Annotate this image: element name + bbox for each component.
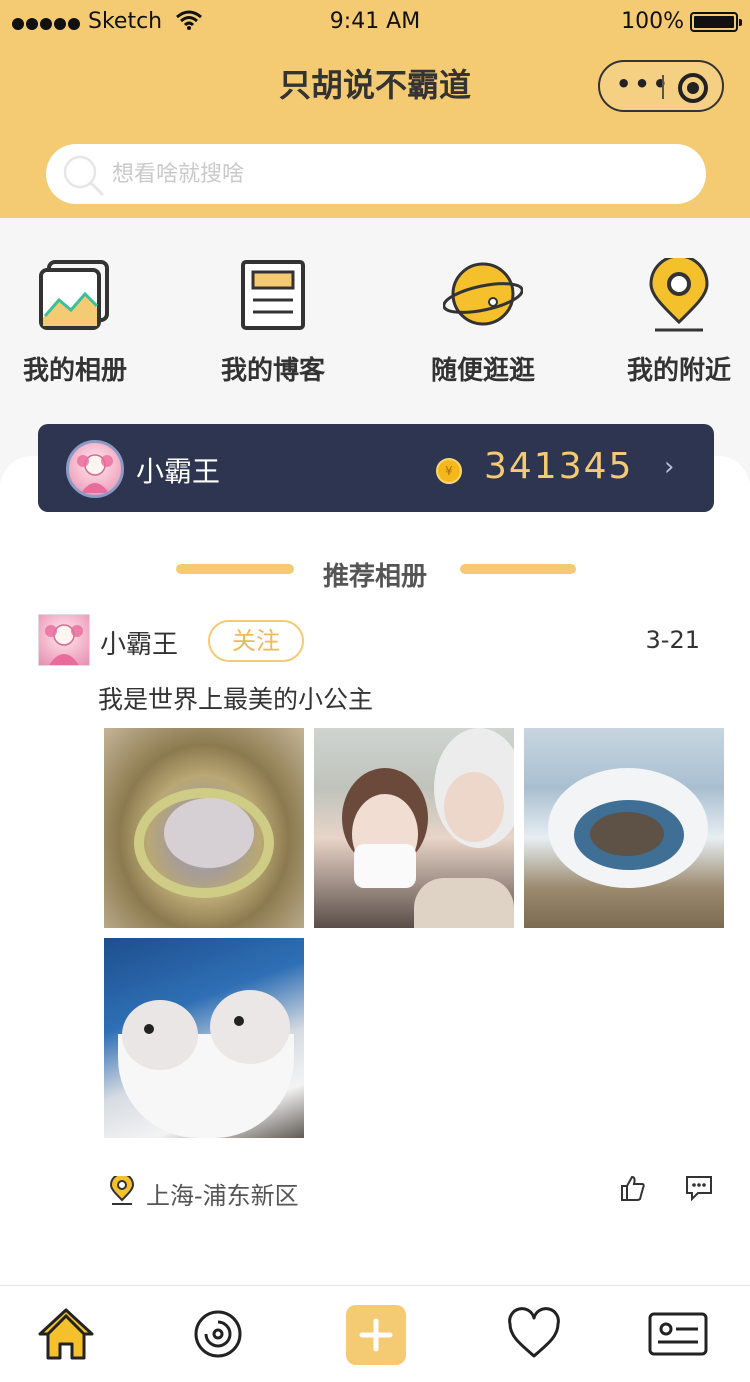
profile-card-icon	[648, 1312, 708, 1356]
planet-icon	[443, 262, 523, 326]
battery-percent: 100%	[621, 9, 684, 34]
tab-favorite[interactable]	[502, 1302, 566, 1366]
tab-home[interactable]	[34, 1302, 98, 1366]
account-points: 341345	[484, 446, 634, 487]
account-name: 小霸王	[136, 455, 221, 488]
post-avatar[interactable]	[38, 614, 90, 666]
search-input[interactable]	[112, 154, 672, 194]
home-icon	[38, 1308, 94, 1360]
tab-profile[interactable]	[646, 1302, 710, 1366]
header: Sketch 9:41 AM 100% 只胡说不霸道 •••	[0, 0, 750, 218]
nav-label: 我的相册	[22, 356, 127, 386]
nav-item-my-album[interactable]: 我的相册	[0, 258, 150, 398]
blog-icon	[241, 260, 305, 330]
tab-discover[interactable]	[186, 1302, 250, 1366]
photo-album-icon	[39, 260, 109, 330]
post-location[interactable]: 上海-浦东新区	[146, 1176, 299, 1211]
comment-icon[interactable]	[684, 1174, 714, 1206]
status-bar: Sketch 9:41 AM 100%	[0, 0, 750, 44]
follow-button[interactable]: 关注	[208, 620, 304, 662]
close-target-icon[interactable]	[678, 73, 708, 103]
post-photo-hamster-house[interactable]	[524, 728, 724, 928]
discover-icon	[194, 1310, 242, 1358]
avatar[interactable]	[66, 440, 124, 498]
search-bar[interactable]	[46, 144, 706, 204]
section-title: 推荐相册	[322, 562, 427, 592]
tab-bar	[0, 1285, 750, 1382]
nav-item-nearby[interactable]: 我的附近	[604, 258, 750, 398]
battery-icon	[690, 12, 742, 32]
nav-label: 随便逛逛	[430, 356, 535, 386]
location-pin-icon	[108, 1173, 136, 1210]
account-bar[interactable]: 小霸王 ¥ 341345 ›	[38, 424, 714, 512]
post-text: 我是世界上最美的小公主	[98, 685, 374, 714]
nav-item-browse[interactable]: 随便逛逛	[408, 258, 558, 398]
nav-item-my-blog[interactable]: 我的博客	[198, 258, 348, 398]
post-date: 3-21	[645, 626, 700, 654]
add-icon	[359, 1318, 393, 1352]
nav-label: 我的附近	[626, 356, 731, 386]
chevron-right-icon[interactable]: ›	[664, 452, 674, 482]
tab-add[interactable]	[346, 1305, 406, 1365]
favorite-icon	[508, 1307, 560, 1358]
capsule-divider	[662, 75, 664, 99]
nav-label: 我的博客	[220, 356, 325, 386]
mini-program-capsule[interactable]: •••	[598, 60, 724, 112]
search-icon	[62, 154, 106, 202]
like-icon[interactable]	[618, 1174, 646, 1206]
coin-icon: ¥	[436, 458, 462, 484]
post-photo-selfie[interactable]	[314, 728, 514, 928]
location-pin-icon	[649, 258, 709, 332]
post-photo-hamster-in-bowl[interactable]	[104, 728, 304, 928]
post-photo-two-hamsters[interactable]	[104, 938, 304, 1138]
post-author[interactable]: 小霸王	[100, 624, 178, 661]
